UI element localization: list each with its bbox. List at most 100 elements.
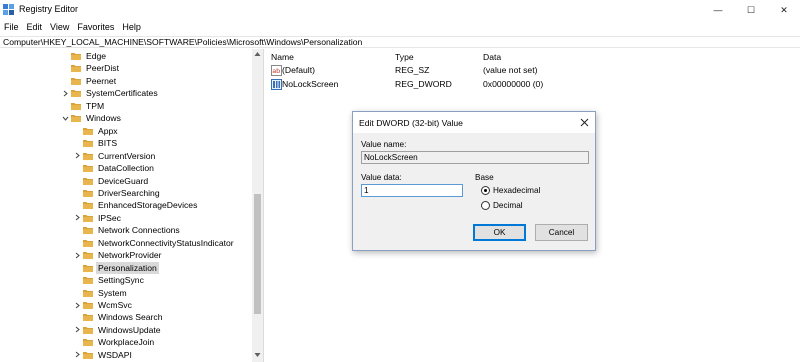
tree-item-label: Appx [98, 125, 118, 136]
tree-item-currentversion[interactable]: CurrentVersion [73, 150, 157, 162]
dialog-title: Edit DWORD (32-bit) Value [359, 118, 463, 128]
chevron-right-icon[interactable] [73, 299, 82, 311]
tree-item-networkprovider[interactable]: NetworkProvider [73, 249, 164, 261]
tree-item-label: WorkplaceJoin [98, 337, 155, 348]
tree-item-tpm[interactable]: TPM [61, 100, 106, 112]
radio-selected-icon[interactable] [481, 185, 490, 195]
value-data-input[interactable]: 1 [361, 184, 463, 197]
value-name: (Default) [282, 65, 315, 75]
minimize-button[interactable]: — [701, 0, 735, 20]
title-bar: Registry Editor — ☐ ✕ [0, 0, 800, 20]
address-path[interactable]: Computer\HKEY_LOCAL_MACHINE\SOFTWARE\Pol… [3, 37, 362, 48]
folder-icon [83, 339, 93, 347]
tree-item-wsdapi[interactable]: WSDAPI [73, 349, 134, 361]
folder-icon [71, 115, 81, 123]
maximize-button[interactable]: ☐ [734, 0, 768, 20]
menu-bar: File Edit View Favorites Help [0, 21, 800, 35]
value-type: REG_DWORD [395, 79, 452, 89]
menu-edit[interactable]: Edit [23, 21, 47, 35]
tree-item-windows-search[interactable]: Windows Search [73, 311, 164, 323]
chevron-right-icon[interactable] [61, 87, 70, 99]
folder-icon [83, 177, 93, 185]
tree-item-label: Personalization [96, 261, 159, 274]
tree-item-workplacejoin[interactable]: WorkplaceJoin [73, 336, 156, 348]
folder-icon [71, 90, 81, 98]
chevron-right-icon[interactable] [73, 349, 82, 361]
tree-item-wcmsvc[interactable]: WcmSvc [73, 299, 134, 311]
tree-item-label: WcmSvc [98, 300, 132, 310]
edit-dword-dialog: Edit DWORD (32-bit) Value Value name: No… [352, 111, 596, 251]
tree-item-settingsync[interactable]: SettingSync [73, 274, 146, 286]
menu-help[interactable]: Help [118, 21, 145, 35]
dialog-close-icon[interactable] [578, 116, 590, 128]
folder-icon [83, 214, 93, 222]
decimal-radio[interactable]: Decimal [481, 199, 523, 211]
folder-icon [83, 165, 93, 173]
tree-item-enhancedstoragedevices[interactable]: EnhancedStorageDevices [73, 199, 199, 211]
chevron-right-icon[interactable] [73, 150, 82, 162]
cancel-button[interactable]: Cancel [535, 224, 588, 241]
close-button[interactable]: ✕ [767, 0, 800, 20]
tree-item-personalization[interactable]: Personalization [73, 261, 159, 274]
tree-item-label: NetworkConnectivityStatusIndicator [98, 237, 234, 248]
value-row-default[interactable]: ab (Default) REG_SZ (value not set) [266, 64, 800, 77]
radio-unselected-icon[interactable] [481, 200, 490, 210]
address-bar[interactable]: Computer\HKEY_LOCAL_MACHINE\SOFTWARE\Pol… [0, 36, 800, 48]
hexadecimal-radio[interactable]: Hexadecimal [481, 184, 540, 196]
tree-item-label: DeviceGuard [98, 175, 149, 186]
value-row-nolockscreen[interactable]: NoLockScreen REG_DWORD 0x00000000 (0) [266, 78, 800, 91]
tree-item-label: SystemCertificates [86, 88, 158, 99]
tree-item-peernet[interactable]: Peernet [61, 75, 118, 87]
folder-icon [83, 152, 93, 160]
folder-icon [83, 202, 93, 210]
menu-favorites[interactable]: Favorites [73, 21, 118, 35]
tree-item-edge[interactable]: Edge [61, 50, 108, 62]
tree-item-peerdist[interactable]: PeerDist [61, 62, 121, 74]
scroll-up-arrow-icon[interactable] [254, 51, 261, 57]
menu-view[interactable]: View [46, 21, 73, 35]
tree-item-driversearching[interactable]: DriverSearching [73, 187, 162, 199]
chevron-right-icon[interactable] [73, 212, 82, 224]
tree-item-deviceguard[interactable]: DeviceGuard [73, 175, 150, 187]
tree-item-windows[interactable]: Windows [61, 112, 123, 124]
value-data-label: Value data: [361, 173, 402, 182]
tree-item-appx[interactable]: Appx [73, 125, 120, 137]
registry-editor-icon [3, 4, 14, 15]
menu-file[interactable]: File [0, 21, 23, 35]
tree-item-label: IPSec [98, 212, 121, 223]
tree-item-networkconnectivitystatusindicator[interactable]: NetworkConnectivityStatusIndicator [73, 237, 236, 249]
chevron-right-icon[interactable] [73, 249, 82, 261]
scrollbar-thumb[interactable] [254, 194, 261, 314]
chevron-right-icon[interactable] [73, 324, 82, 336]
value-name-field: NoLockScreen [361, 151, 589, 164]
tree-item-label: WindowsUpdate [98, 324, 161, 335]
tree-item-bits[interactable]: BITS [73, 137, 119, 149]
value-name: NoLockScreen [282, 79, 339, 89]
folder-icon [83, 302, 93, 309]
ok-button[interactable]: OK [473, 224, 526, 241]
tree-item-datacollection[interactable]: DataCollection [73, 162, 156, 174]
column-header-data[interactable]: Data [483, 52, 501, 62]
tree-item-label: PeerDist [86, 63, 119, 74]
folder-icon [83, 140, 93, 148]
scroll-down-arrow-icon[interactable] [254, 352, 261, 358]
tree-item-label: BITS [98, 138, 118, 149]
folder-icon [83, 227, 93, 235]
tree-item-network-connections[interactable]: Network Connections [73, 224, 182, 236]
column-header-type[interactable]: Type [395, 52, 414, 62]
tree-item-ipsec[interactable]: IPSec [73, 212, 123, 224]
tree-item-system[interactable]: System [73, 287, 129, 299]
tree-item-windowsupdate[interactable]: WindowsUpdate [73, 324, 163, 336]
tree-item-systemcertificates[interactable]: SystemCertificates [61, 87, 160, 99]
chevron-down-icon[interactable] [61, 112, 70, 124]
column-header-name[interactable]: Name [271, 52, 294, 62]
tree-scrollbar[interactable] [252, 49, 263, 362]
